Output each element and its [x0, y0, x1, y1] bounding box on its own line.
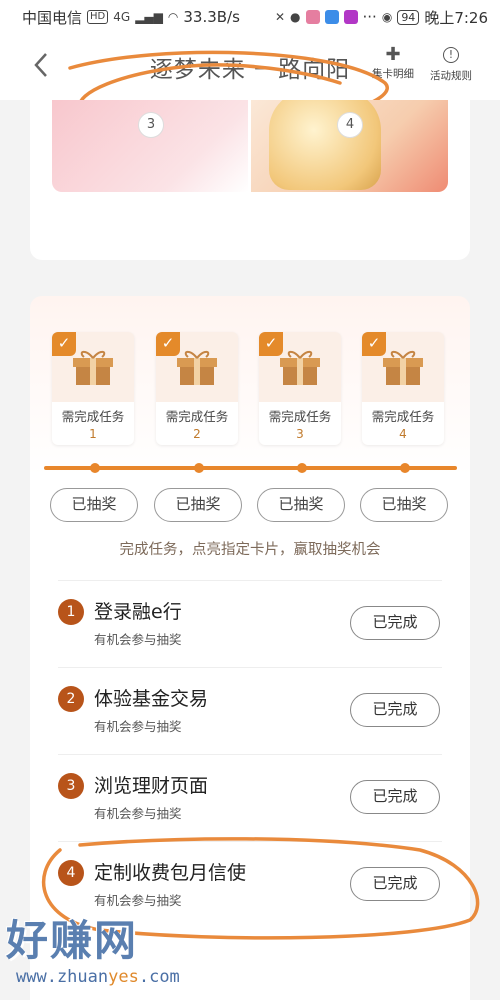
- progress-dot: [194, 463, 204, 473]
- task-status-button[interactable]: 已完成: [350, 606, 440, 640]
- task-item: 2 体验基金交易 有机会参与抽奖 已完成: [58, 667, 442, 754]
- gift-icon: [177, 350, 217, 385]
- cloud-icon: [324, 10, 339, 24]
- top-card: 3 4: [30, 100, 470, 260]
- step-badge: 4: [337, 112, 363, 138]
- watermark-url: www.zhuanyes.com: [16, 967, 180, 987]
- gift-label-text: 需完成任务: [61, 409, 125, 424]
- gift-number: 1: [89, 427, 97, 441]
- task-name: 浏览理财页面: [94, 775, 209, 797]
- app-icon: [343, 10, 358, 24]
- network-label: 4G: [113, 10, 131, 24]
- card-image: 4: [251, 100, 448, 192]
- gift-number: 4: [399, 427, 407, 441]
- task-status-button[interactable]: 已完成: [350, 867, 440, 901]
- gift-label: 需完成任务 3: [259, 402, 341, 445]
- watermark-logo: 好赚网: [6, 916, 139, 965]
- gift-label-text: 需完成任务: [371, 409, 435, 424]
- status-bar: 中国电信 HD 4G ▂▄▆ ◠ 33.3B/s ✕ ● ··· ◉ 94 晚上…: [0, 0, 500, 34]
- wifi-icon: ◠: [167, 10, 179, 24]
- chat-icon: ●: [290, 10, 301, 24]
- task-status-button[interactable]: 已完成: [350, 693, 440, 727]
- task-number: 1: [58, 599, 84, 625]
- draw-button-row: 已抽奖 已抽奖 已抽奖 已抽奖: [50, 488, 454, 522]
- task-list: 1 登录融e行 有机会参与抽奖 已完成 2 体验基金交易 有机会参与抽奖 已完成…: [58, 580, 442, 928]
- task-status-button[interactable]: 已完成: [350, 780, 440, 814]
- gift-label: 需完成任务 2: [156, 402, 238, 445]
- task-number: 4: [58, 860, 84, 886]
- task-name: 体验基金交易: [94, 688, 209, 710]
- progress-dot: [90, 463, 100, 473]
- progress-dot: [297, 463, 307, 473]
- watermark: 好赚网 www.zhuanyes.com: [6, 905, 206, 995]
- notification-icon: ✕: [274, 10, 286, 24]
- signal-icon: ▂▄▆: [135, 10, 163, 24]
- gift-card-4[interactable]: ✓ 需完成任务 4: [362, 332, 444, 445]
- gift-icon: [280, 350, 320, 385]
- gift-label: 需完成任务 4: [362, 402, 444, 445]
- task-name: 登录融e行: [94, 601, 182, 623]
- card-detail-label: 集卡明细: [372, 68, 414, 80]
- carrier-label: 中国电信: [22, 8, 83, 27]
- task-subtitle: 有机会参与抽奖: [94, 719, 182, 734]
- watermark-url-a: www.zhuan: [16, 967, 109, 987]
- task-number: 3: [58, 773, 84, 799]
- header: 逐梦未来 一路向阳 ✚ 集卡明细 ! 活动规则: [0, 34, 500, 100]
- battery-icon: 94: [397, 9, 420, 25]
- more-icon: ···: [362, 8, 377, 26]
- gift-card-1[interactable]: ✓ 需完成任务 1: [52, 332, 134, 445]
- task-item: 1 登录融e行 有机会参与抽奖 已完成: [58, 580, 442, 667]
- step-badge: 3: [138, 112, 164, 138]
- gift-label: 需完成任务 1: [52, 402, 134, 445]
- gift-label-text: 需完成任务: [268, 409, 332, 424]
- hd-icon: HD: [87, 10, 109, 24]
- speed-label: 33.3B/s: [183, 8, 240, 26]
- task-number: 2: [58, 686, 84, 712]
- task-subtitle: 有机会参与抽奖: [94, 806, 182, 821]
- watermark-url-c: .com: [138, 967, 180, 987]
- task-item: 3 浏览理财页面 有机会参与抽奖 已完成: [58, 754, 442, 841]
- clock: 晚上7:26: [424, 8, 488, 27]
- progress-dot: [400, 463, 410, 473]
- page-title: 逐梦未来 一路向阳: [149, 57, 351, 83]
- task-subtitle: 有机会参与抽奖: [94, 632, 182, 647]
- info-icon: !: [443, 47, 459, 63]
- card-image: 3: [52, 100, 248, 192]
- eye-icon: ◉: [381, 10, 393, 24]
- puzzle-icon: ✚: [385, 44, 401, 65]
- rules-label: 活动规则: [430, 70, 472, 82]
- card-detail-button[interactable]: ✚ 集卡明细: [372, 44, 414, 81]
- task-name: 定制收费包月信使: [94, 862, 247, 884]
- gift-row: ✓ 需完成任务 1 ✓ 需完成任务 2 ✓ 需完成任务 3 ✓ 需完成任务 4: [52, 332, 452, 452]
- app-icon: [305, 10, 320, 24]
- gift-icon: [73, 350, 113, 385]
- drawn-button-4[interactable]: 已抽奖: [360, 488, 448, 522]
- drawn-button-1[interactable]: 已抽奖: [50, 488, 138, 522]
- gift-icon: [383, 350, 423, 385]
- gift-label-text: 需完成任务: [165, 409, 229, 424]
- hint-text: 完成任务，点亮指定卡片，赢取抽奖机会: [119, 542, 381, 558]
- rules-button[interactable]: ! 活动规则: [430, 44, 472, 83]
- drawn-button-2[interactable]: 已抽奖: [154, 488, 242, 522]
- gift-card-3[interactable]: ✓ 需完成任务 3: [259, 332, 341, 445]
- progress-line: [44, 463, 457, 473]
- drawn-button-3[interactable]: 已抽奖: [257, 488, 345, 522]
- gift-box-image: [269, 100, 381, 190]
- gift-card-2[interactable]: ✓ 需完成任务 2: [156, 332, 238, 445]
- task-card: ✓ 需完成任务 1 ✓ 需完成任务 2 ✓ 需完成任务 3 ✓ 需完成任务 4 …: [30, 296, 470, 1000]
- gift-number: 3: [296, 427, 304, 441]
- gift-number: 2: [193, 427, 201, 441]
- watermark-url-b: yes: [108, 967, 139, 987]
